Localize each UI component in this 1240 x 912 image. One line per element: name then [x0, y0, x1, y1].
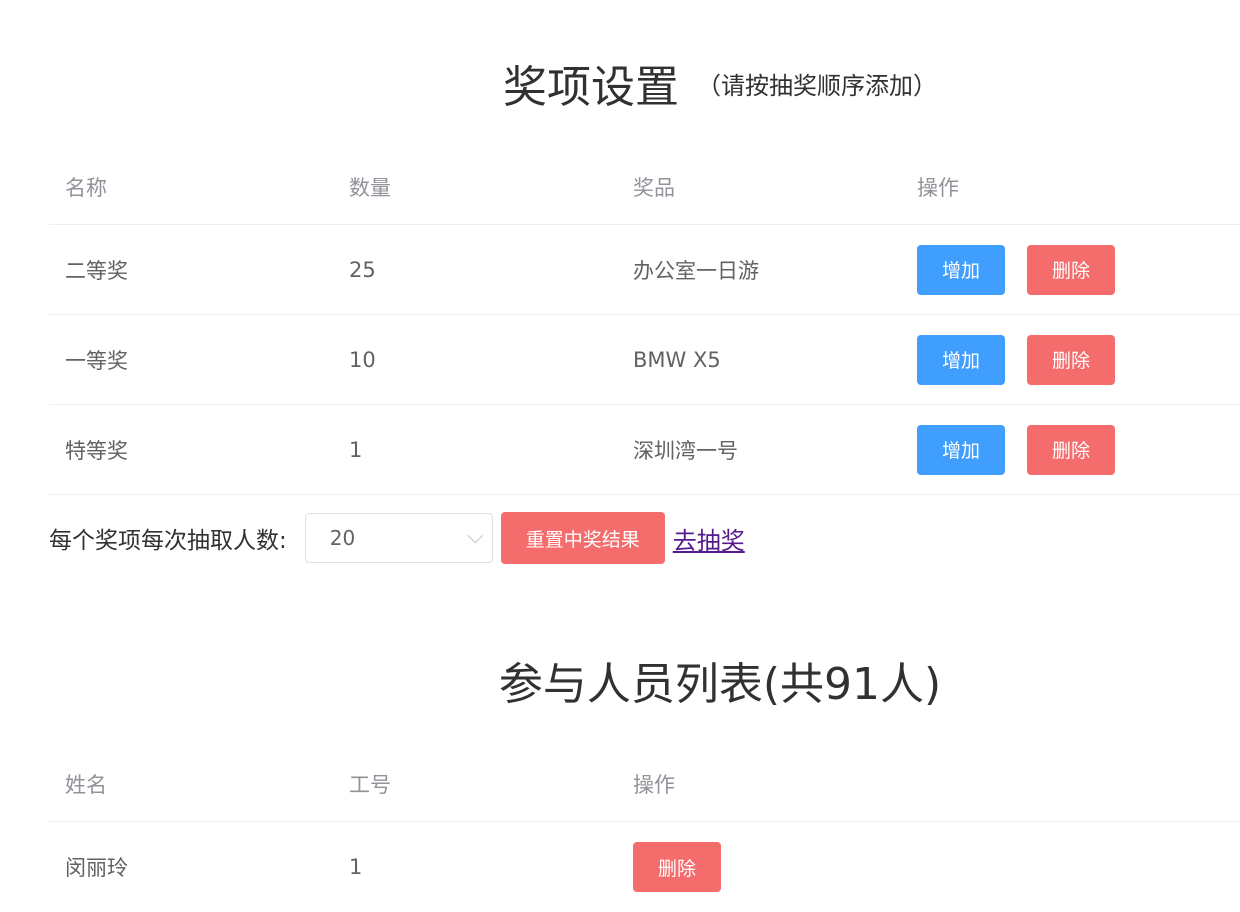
add-button[interactable]: 增加 — [917, 244, 1005, 295]
prize-table: 名称 数量 奖品 操作 二等奖 25 办公室一日游 增加 删除 一等奖 10 BM… — [49, 150, 1240, 495]
row-actions: 增加 删除 — [901, 334, 1240, 385]
add-button[interactable]: 增加 — [917, 334, 1005, 385]
participants-title: 参与人员列表(共91人) — [498, 659, 942, 710]
prize-count: 10 — [349, 347, 376, 372]
draw-count-label: 每个奖项每次抽取人数: — [49, 528, 287, 554]
column-header-count: 数量 — [349, 176, 391, 200]
row-actions: 删除 — [617, 842, 901, 892]
table-row: 闵丽玲 1 删除 — [49, 822, 1240, 912]
participants-table-header: 姓名 工号 操作 — [49, 747, 1240, 822]
prize-count: 1 — [349, 437, 363, 462]
draw-count-value: 20 — [329, 526, 356, 550]
prize-table-header: 名称 数量 奖品 操作 — [49, 150, 1240, 225]
column-header-name: 名称 — [65, 176, 107, 200]
delete-button[interactable]: 删除 — [1027, 244, 1115, 295]
delete-button[interactable]: 删除 — [1027, 334, 1115, 385]
delete-button[interactable]: 删除 — [1027, 424, 1115, 475]
table-row: 一等奖 10 BMW X5 增加 删除 — [49, 315, 1240, 405]
reset-results-button[interactable]: 重置中奖结果 — [500, 512, 665, 564]
participant-id: 1 — [349, 855, 363, 879]
participant-name: 闵丽玲 — [65, 856, 128, 880]
row-actions: 增加 删除 — [901, 424, 1240, 475]
participants-header: 参与人员列表(共91人) — [0, 645, 1240, 715]
row-actions: 增加 删除 — [901, 244, 1240, 295]
table-row: 特等奖 1 深圳湾一号 增加 删除 — [49, 405, 1240, 495]
table-row: 二等奖 25 办公室一日游 增加 删除 — [49, 225, 1240, 315]
prize-name: 一等奖 — [65, 348, 128, 373]
delete-button[interactable]: 删除 — [633, 842, 721, 892]
add-button[interactable]: 增加 — [917, 424, 1005, 475]
column-header-name: 姓名 — [65, 773, 107, 797]
column-header-id: 工号 — [349, 773, 391, 797]
chevron-down-icon — [467, 527, 483, 543]
prize-item: 办公室一日游 — [633, 258, 759, 283]
go-draw-link[interactable]: 去抽奖 — [673, 521, 745, 556]
prize-settings-header: 奖项设置 （请按抽奖顺序添加） — [0, 48, 1240, 118]
draw-count-select[interactable]: 20 — [304, 513, 493, 563]
prize-count: 25 — [349, 257, 376, 282]
column-header-prize: 奖品 — [633, 176, 675, 200]
column-header-actions: 操作 — [917, 176, 959, 200]
draw-controls: 每个奖项每次抽取人数: 20 重置中奖结果 去抽奖 — [49, 512, 745, 564]
prize-name: 特等奖 — [65, 438, 128, 463]
participants-table: 姓名 工号 操作 闵丽玲 1 删除 — [49, 747, 1240, 912]
prize-settings-note: （请按抽奖顺序添加） — [697, 71, 937, 100]
prize-item: 深圳湾一号 — [633, 438, 738, 463]
prize-name: 二等奖 — [65, 258, 128, 283]
prize-item: BMW X5 — [633, 347, 721, 372]
column-header-actions: 操作 — [633, 773, 675, 797]
prize-settings-title: 奖项设置 — [503, 62, 679, 113]
